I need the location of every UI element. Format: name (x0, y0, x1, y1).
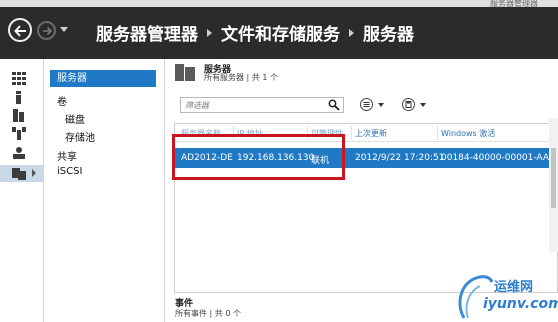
cell-activation: 00184-40000-00001-AA148 (441, 153, 558, 163)
nav-tree: 服务器 卷 磁盘 存储池 共享 iSCSI (44, 59, 165, 322)
breadcrumb: 服务器管理器 文件和存储服务 服务器 (96, 20, 414, 45)
storage-icon[interactable] (12, 146, 26, 159)
expand-arrow-icon[interactable] (32, 169, 36, 177)
servers-section-icon (175, 64, 195, 81)
breadcrumb-item-server-manager[interactable]: 服务器管理器 (96, 20, 198, 45)
tree-item-iscsi[interactable]: iSCSI (57, 166, 82, 177)
breadcrumb-item-file-storage[interactable]: 文件和存储服务 (221, 20, 340, 45)
breadcrumb-separator-icon (207, 28, 212, 37)
window-caption-strip: 服务器管理器 (0, 0, 558, 8)
role-icon[interactable] (12, 127, 26, 140)
back-arrow-icon (14, 25, 26, 37)
tree-item-storage-pools[interactable]: 存储池 (65, 129, 95, 144)
events-section-count: 所有事件 | 共 0 个 (175, 309, 241, 318)
filter-input[interactable] (181, 98, 321, 112)
breadcrumb-item-servers: 服务器 (363, 25, 414, 45)
back-button[interactable] (8, 18, 32, 42)
cell-last-update: 2012/9/22 17:20:51 (355, 153, 445, 163)
dashboard-icon[interactable] (12, 72, 26, 85)
tree-item-disks[interactable]: 磁盘 (65, 111, 85, 126)
scrollbar-thumb[interactable] (551, 148, 556, 208)
watermark-text-en: iyunv.com (483, 296, 558, 312)
annotation-highlight-box (172, 134, 345, 180)
forward-button[interactable] (37, 21, 56, 40)
column-divider (437, 126, 438, 140)
save-query-button[interactable] (402, 97, 432, 113)
breadcrumb-separator-icon (349, 28, 354, 37)
search-icon[interactable] (328, 99, 340, 111)
icon-rail (0, 59, 44, 322)
window-title: 服务器管理器 (490, 0, 538, 8)
list-options-icon (360, 98, 373, 111)
column-header-last-update[interactable]: 上次更新 (355, 128, 387, 139)
servers-section-count: 所有服务器 | 共 1 个 (204, 73, 278, 82)
column-divider (351, 126, 352, 140)
tree-item-shares[interactable]: 共享 (57, 148, 77, 163)
watermark-text-cn: 运维网 (494, 280, 534, 295)
save-query-icon (402, 98, 415, 111)
list-options-button[interactable] (360, 97, 390, 113)
tree-item-servers[interactable]: 服务器 (50, 70, 156, 87)
file-services-icon[interactable] (12, 167, 26, 180)
all-servers-icon[interactable] (12, 109, 26, 122)
filter-box (180, 97, 344, 113)
chevron-down-icon (420, 103, 426, 107)
local-server-icon[interactable] (12, 91, 26, 104)
tree-item-volumes[interactable]: 卷 (57, 93, 67, 108)
history-dropdown-icon[interactable] (60, 27, 68, 32)
column-header-activation[interactable]: Windows 激活 (441, 128, 495, 139)
forward-arrow-icon (43, 26, 53, 36)
title-bar: 服务器管理器 服务器管理器 文件和存储服务 服务器 (0, 0, 558, 59)
chevron-down-icon (378, 103, 384, 107)
